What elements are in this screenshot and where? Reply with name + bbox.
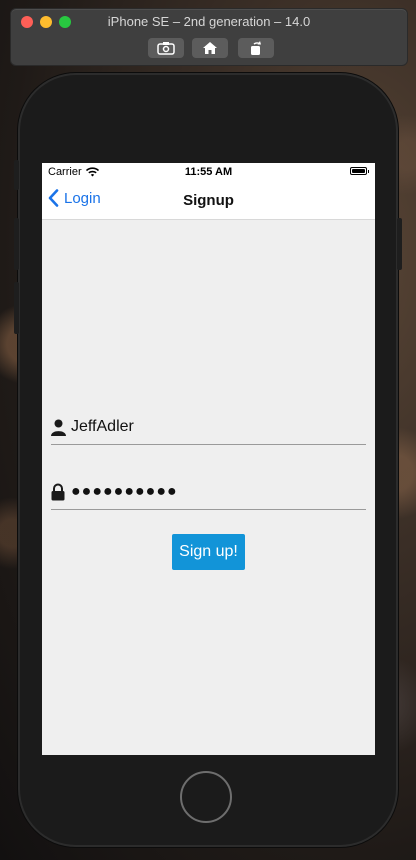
volume-up-button (14, 218, 19, 270)
power-button (397, 218, 402, 270)
device-home-button[interactable] (180, 771, 232, 823)
home-icon (203, 42, 217, 54)
username-input[interactable] (71, 418, 351, 436)
username-field[interactable] (51, 410, 366, 445)
app-screen: Carrier 11:55 AM Login Signup JeffAdler … (42, 163, 375, 755)
battery-icon (350, 167, 369, 175)
status-bar: Carrier 11:55 AM (42, 163, 375, 181)
volume-down-button (14, 282, 19, 334)
password-field[interactable]: ●●●●●●●●●● (51, 475, 366, 510)
lock-icon (51, 482, 67, 502)
rotate-icon (251, 41, 261, 55)
screenshot-button[interactable] (148, 38, 184, 58)
simulator-title-bar: iPhone SE – 2nd generation – 14.0 (10, 8, 408, 66)
page-title: Signup (183, 192, 234, 209)
rotate-button[interactable] (238, 38, 274, 58)
screenshot-icon (157, 42, 175, 55)
simulator-title: iPhone SE – 2nd generation – 14.0 (107, 14, 311, 29)
user-icon (51, 417, 67, 437)
home-button[interactable] (192, 38, 228, 58)
status-time: 11:55 AM (184, 166, 233, 178)
navigation-bar: Login Signup (42, 181, 375, 220)
signup-button[interactable]: Sign up! (172, 534, 245, 570)
silent-switch (14, 160, 19, 190)
password-input[interactable]: ●●●●●●●●●● (71, 483, 178, 501)
